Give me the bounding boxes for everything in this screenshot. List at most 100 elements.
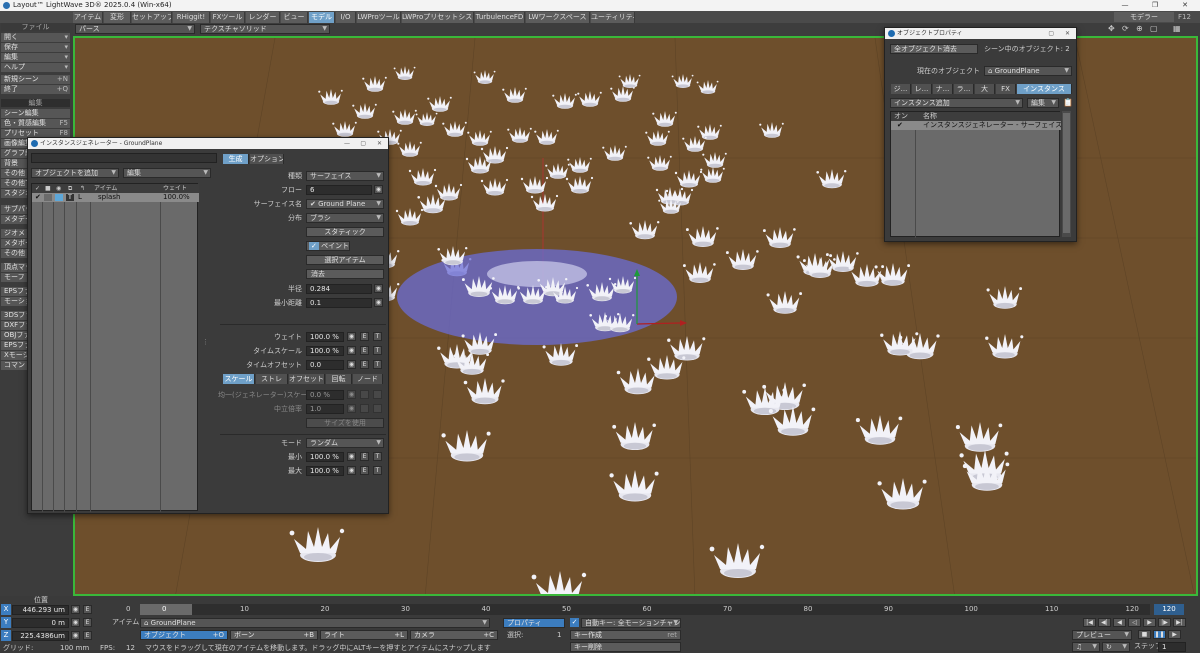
tab-node[interactable]: ナ... (933, 84, 953, 94)
erase-button[interactable]: 消去 (306, 269, 384, 279)
sidebar-edit-item-0[interactable]: シーン編集 (1, 109, 70, 118)
sidebar-more-item-11[interactable]: モーションデ (1, 297, 27, 306)
table-row[interactable]: ✔ T L splash 100.0% (32, 193, 199, 202)
uniform-scale-field[interactable]: 0.0 % (306, 390, 344, 400)
surface-select[interactable]: ✔ Ground Plane ▼ (306, 199, 384, 209)
maximize-icon[interactable]: ❐ (1140, 0, 1170, 11)
y-axis-button[interactable]: Y (1, 617, 11, 628)
subtab-offset[interactable]: オフセット (289, 374, 325, 384)
pause-icon[interactable]: ❚❚ (1153, 630, 1166, 639)
delete-key-button[interactable]: キー削除 (570, 642, 681, 652)
uniform-scale-e-button[interactable] (360, 390, 369, 399)
menu-tab-4[interactable]: FXツール (211, 12, 245, 23)
weight-t-button[interactable]: T (373, 332, 382, 341)
current-object-select[interactable]: ⌂ GroundPlane ▼ (984, 66, 1072, 76)
tab-instance[interactable]: インスタンス (1017, 84, 1072, 94)
mode-select[interactable]: ランダム ▼ (306, 438, 384, 448)
current-item-select[interactable]: ⌂ GroundPlane ▼ (140, 618, 490, 628)
edit-select[interactable]: 編集 ▼ (123, 168, 211, 178)
filter-field[interactable] (31, 153, 217, 163)
flow-envelope-icon[interactable]: ◉ (374, 185, 383, 194)
menu-tab-10[interactable]: LWProプリセットシステム (402, 12, 474, 23)
select-items-button[interactable]: 選択アイテム (306, 255, 384, 265)
min-distance-field[interactable]: 0.1 (306, 298, 372, 308)
loop-select[interactable]: ↻ ▼ (1102, 642, 1130, 652)
viewport-maximize-icon[interactable]: ▢ (1150, 24, 1158, 33)
menu-tab-0[interactable]: アイテム (73, 12, 103, 23)
scrollbar-thumb[interactable] (1063, 113, 1070, 233)
tab-geometry[interactable]: ジ... (891, 84, 911, 94)
sidebar-more-item-13[interactable]: 3DSファ (1, 311, 27, 320)
add-instance-select[interactable]: インスタンス追加 ▼ (890, 98, 1023, 108)
sidebar-more-item-5[interactable]: その他 (1, 249, 27, 258)
sidebar-item-2[interactable]: 編集 ▾ (1, 53, 70, 62)
layout-grid-icon[interactable]: ▦ (1173, 24, 1181, 33)
center-scale-field[interactable]: 1.0 (306, 404, 344, 414)
view-type-select[interactable]: パース ▼ (75, 24, 195, 34)
auto-key-select[interactable]: 自動キー: 全モーションチャンネル▼ (581, 618, 681, 628)
use-size-button[interactable]: サイズを使用 (306, 418, 384, 428)
row-check-icon[interactable]: ✔ (897, 121, 903, 130)
maximize-icon[interactable]: ▢ (1048, 28, 1054, 39)
scrollbar[interactable] (1062, 111, 1071, 237)
min-distance-envelope-icon[interactable]: ◉ (374, 298, 383, 307)
sidebar-more-item-0[interactable]: サブパッ (1, 205, 27, 214)
bone-mode-button[interactable]: ボーン +B (230, 630, 318, 640)
close-icon[interactable]: ✕ (1170, 0, 1200, 11)
prev-key-icon[interactable]: ◀| (1098, 618, 1111, 627)
sidebar-more-item-10[interactable]: EPSファ (1, 287, 27, 296)
add-object-select[interactable]: オブジェクトを追加 ▼ (31, 168, 119, 178)
sidebar-more-item-3[interactable]: ジオメトリ (1, 229, 27, 238)
viewport-rotate-icon[interactable]: ⟳ (1122, 24, 1129, 33)
viewport-move-icon[interactable]: ✥ (1108, 24, 1115, 33)
tab-render[interactable]: レ... (912, 84, 932, 94)
last-frame-icon[interactable]: ▶| (1173, 618, 1186, 627)
camera-mode-button[interactable]: カメラ +C (410, 630, 498, 640)
max-field[interactable]: 100.0 % (306, 466, 344, 476)
next-frame-icon[interactable]: ▶ (1143, 618, 1156, 627)
menu-tab-5[interactable]: レンダー (246, 12, 280, 23)
menu-tab-1[interactable]: 変形 (104, 12, 131, 23)
viewport-zoom-icon[interactable]: ⊕ (1136, 24, 1143, 33)
tab-options[interactable]: オプション (250, 154, 284, 164)
play-reverse-icon[interactable]: ◁ (1128, 618, 1141, 627)
menu-tab-9[interactable]: LWProツール (357, 12, 401, 23)
create-key-button[interactable]: キー作成 ret (570, 630, 681, 640)
splitter-handle[interactable]: ⋮ (202, 338, 209, 352)
min-e-button[interactable]: E (360, 452, 369, 461)
position-x-field[interactable]: 446.293 um (12, 605, 69, 615)
row-check-icon[interactable]: ✔ (35, 193, 41, 202)
subtab-stretch[interactable]: ストレ (256, 374, 288, 384)
sidebar-item-0[interactable]: 開く ▾ (1, 33, 70, 42)
subtab-scale[interactable]: スケール (223, 374, 255, 384)
flow-field[interactable]: 6 (306, 185, 372, 195)
uniform-scale-envelope-icon[interactable]: ◉ (347, 390, 356, 399)
type-select[interactable]: サーフェイス ▼ (306, 171, 384, 181)
preview-select[interactable]: プレビュー ▼ (1072, 630, 1132, 640)
time-offset-envelope-icon[interactable]: ◉ (347, 360, 356, 369)
object-mode-button[interactable]: オブジェクト +O (140, 630, 228, 640)
close-icon[interactable]: ✕ (1065, 28, 1070, 39)
menu-tab-13[interactable]: ユーティリティ (591, 12, 635, 23)
weight-e-button[interactable]: E (360, 332, 369, 341)
menu-tab-11[interactable]: TurbulenceFD (475, 12, 525, 23)
menu-tab-6[interactable]: ビュー (281, 12, 308, 23)
properties-button[interactable]: プロパティ (503, 618, 565, 628)
center-scale-t-button[interactable] (373, 404, 382, 413)
static-button[interactable]: スタティック (306, 227, 384, 237)
position-x-envelope-icon[interactable]: ◉ (71, 605, 80, 614)
sidebar-more-item-17[interactable]: Xモーション (1, 351, 27, 360)
position-z-field[interactable]: 225.4386um (12, 631, 69, 641)
maximize-icon[interactable]: ▢ (360, 138, 366, 149)
radius-envelope-icon[interactable]: ◉ (374, 284, 383, 293)
tab-fx[interactable]: FX (996, 84, 1016, 94)
x-axis-button[interactable]: X (1, 604, 11, 615)
sidebar-more-item-7[interactable]: 頂点マッ (1, 263, 27, 272)
close-icon[interactable]: ✕ (377, 138, 382, 149)
tab-lights[interactable]: ラ... (954, 84, 974, 94)
edit-select[interactable]: 編集 ▼ (1027, 98, 1059, 108)
render-mode-select[interactable]: テクスチャソリッド ▼ (200, 24, 330, 34)
clipboard-icon[interactable]: 📋 (1063, 98, 1073, 107)
timeline-slider[interactable]: 0 (140, 604, 192, 615)
first-frame-icon[interactable]: |◀ (1083, 618, 1096, 627)
